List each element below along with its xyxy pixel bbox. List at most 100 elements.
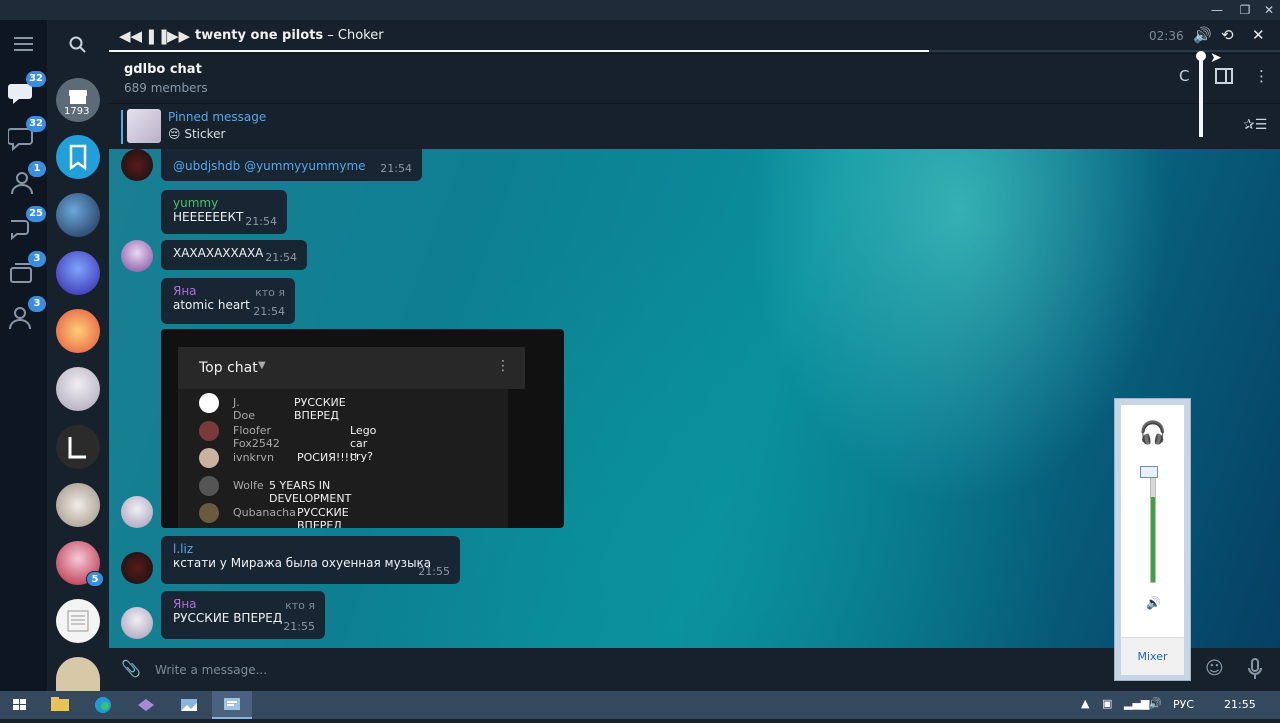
tray-chevron-icon[interactable]: ▲ bbox=[1081, 697, 1089, 710]
chat-avatar[interactable] bbox=[56, 367, 100, 411]
menu-icon[interactable] bbox=[14, 36, 34, 56]
chat-header: gdlbo chat 689 members C ⋮ bbox=[109, 53, 1280, 103]
channels-folder-icon[interactable]: 3 bbox=[8, 251, 46, 290]
message-bubble[interactable]: l.liz кстати у Миража была охуенная музы… bbox=[161, 536, 460, 584]
music-player: ◀◀ ❚❚ ▶▶ twenty one pilots – Choker 02:3… bbox=[109, 20, 1280, 53]
message-bubble[interactable]: Яна кто я РУССКИЕ ВПЕРЕД 21:55 bbox=[161, 591, 325, 639]
chat-avatar[interactable] bbox=[56, 425, 100, 469]
chat-members: 689 members bbox=[124, 81, 208, 95]
network-device-icon[interactable]: ▣ bbox=[1102, 697, 1112, 710]
microphone-icon[interactable] bbox=[1247, 658, 1263, 684]
repeat-icon[interactable]: ⟲ bbox=[1221, 26, 1234, 44]
master-volume-track[interactable] bbox=[1150, 477, 1156, 583]
speaker-mute-icon[interactable]: 🔊 bbox=[1146, 596, 1161, 610]
chat-user-name: Wolfe bbox=[233, 479, 264, 492]
volume-popup-body: 🎧 🔊 Mixer bbox=[1121, 405, 1184, 675]
chat-user-avatar bbox=[199, 503, 219, 523]
rail-badge: 3 bbox=[28, 296, 46, 312]
message-bubble[interactable]: Яна кто я atomic heart 21:54 bbox=[161, 278, 295, 324]
archive-count: 1793 bbox=[64, 106, 90, 117]
track-progress[interactable] bbox=[109, 50, 1280, 52]
close-window-button[interactable]: ✕ bbox=[1258, 0, 1280, 20]
contacts-folder-icon[interactable]: 3 bbox=[8, 296, 46, 335]
chevron-down-icon: ▼ bbox=[258, 360, 266, 371]
close-player-icon[interactable]: ✕ bbox=[1252, 26, 1265, 44]
chat-avatar-saved[interactable] bbox=[56, 135, 100, 179]
minimize-button[interactable]: — bbox=[1206, 0, 1228, 20]
mixer-link[interactable]: Mixer bbox=[1121, 650, 1184, 663]
message-bubble[interactable]: ХАХАХАХХАХА 21:54 bbox=[161, 240, 307, 270]
more-menu-icon[interactable]: ⋮ bbox=[1254, 67, 1269, 85]
chat-avatar-archive[interactable]: 1793 bbox=[56, 78, 100, 122]
chats-folder-icon[interactable]: 32 bbox=[7, 116, 46, 155]
mouse-cursor-icon: ➤ bbox=[1210, 50, 1222, 66]
chat-user-message: РОСИЯ!!!!! bbox=[297, 451, 358, 464]
twitch-app-icon[interactable] bbox=[126, 691, 166, 719]
message-time: 21:54 bbox=[245, 215, 277, 228]
input-language[interactable]: РУС bbox=[1173, 698, 1194, 711]
window-titlebar: — ❐ ✕ bbox=[0, 0, 1280, 20]
search-icon[interactable] bbox=[69, 36, 87, 58]
sender-avatar[interactable] bbox=[121, 240, 153, 272]
call-icon[interactable]: C bbox=[1179, 67, 1189, 85]
pinned-list-icon[interactable]: ✰☰ bbox=[1243, 117, 1267, 133]
chat-avatar[interactable] bbox=[56, 483, 100, 527]
chat-avatar[interactable] bbox=[56, 251, 100, 295]
chat-avatar-gdlbo[interactable] bbox=[56, 193, 100, 237]
groups-folder-icon[interactable]: 25 bbox=[8, 206, 46, 245]
start-button[interactable] bbox=[0, 691, 40, 719]
chat-user-message: РУССКИЕ ВПЕРЕД bbox=[297, 506, 349, 528]
volume-slider-thumb[interactable] bbox=[1196, 51, 1206, 61]
speaker-tray-icon[interactable]: 🔊 bbox=[1148, 697, 1162, 710]
all-chats-folder-icon[interactable]: 32 bbox=[8, 71, 46, 110]
chat-title[interactable]: gdlbo chat bbox=[124, 62, 202, 77]
chat-user-avatar bbox=[199, 393, 219, 413]
pinned-message-bar[interactable]: Pinned message 😔 Sticker ✰☰ bbox=[109, 103, 1280, 149]
message-input[interactable] bbox=[155, 659, 1055, 681]
previous-track-icon[interactable]: ◀◀ bbox=[119, 27, 142, 45]
pinned-label: Pinned message bbox=[168, 110, 267, 124]
restore-button[interactable]: ❐ bbox=[1234, 0, 1256, 20]
sidebar-toggle-icon[interactable] bbox=[1215, 68, 1233, 88]
clock[interactable]: 21:55 bbox=[1224, 698, 1256, 711]
image-attachment[interactable]: Top chat ▼ ⋮ J. Doe РУССКИЕ ВПЕРЕД Floof… bbox=[161, 329, 564, 528]
chat-avatar[interactable] bbox=[56, 657, 100, 691]
message-bubble[interactable]: @ubdjshdb @yummyyummyme 21:54 bbox=[161, 149, 422, 181]
message-bubble[interactable]: yummy НЕЕЕЕЕЕКТ 21:54 bbox=[161, 190, 287, 234]
chat-avatar[interactable] bbox=[56, 599, 100, 643]
wifi-signal-icon[interactable]: ▂▄▆ bbox=[1124, 697, 1149, 710]
master-volume-fill bbox=[1151, 496, 1155, 582]
sender-name[interactable]: yummy bbox=[173, 196, 275, 210]
file-explorer-icon[interactable] bbox=[40, 691, 80, 719]
sender-avatar[interactable] bbox=[121, 149, 153, 181]
photos-app-icon[interactable] bbox=[169, 691, 209, 719]
sender-avatar[interactable] bbox=[121, 552, 153, 584]
mixer-footer: Mixer bbox=[1121, 637, 1184, 675]
attach-icon[interactable]: 📎 bbox=[121, 659, 141, 678]
message-time: 21:54 bbox=[380, 162, 412, 175]
volume-icon[interactable]: 🔊 bbox=[1193, 26, 1212, 44]
top-chat-panel: Top chat ▼ ⋮ J. Doe РУССКИЕ ВПЕРЕД Floof… bbox=[178, 347, 525, 528]
rail-badge: 25 bbox=[26, 206, 46, 222]
windows-volume-popup: 🎧 🔊 Mixer bbox=[1114, 398, 1191, 681]
embed-scrollbar bbox=[508, 389, 525, 528]
chat-user-avatar bbox=[199, 421, 219, 441]
sender-name[interactable]: l.liz bbox=[173, 542, 448, 556]
message-text[interactable]: @ubdjshdb @yummyyummyme bbox=[173, 159, 410, 173]
telegram-taskbar-icon[interactable] bbox=[212, 691, 252, 719]
chat-avatar[interactable] bbox=[56, 309, 100, 353]
chat-user-name: Floofer Fox2542 bbox=[233, 424, 280, 450]
message-time: 21:54 bbox=[253, 305, 285, 318]
sender-avatar[interactable] bbox=[121, 496, 153, 528]
chat-user-avatar bbox=[199, 448, 219, 468]
emoji-icon[interactable]: ☺ bbox=[1205, 658, 1224, 679]
master-volume-thumb[interactable] bbox=[1140, 466, 1158, 478]
next-track-icon[interactable]: ▶▶ bbox=[167, 27, 190, 45]
volume-slider[interactable] bbox=[1199, 55, 1203, 137]
personal-folder-icon[interactable]: 1 bbox=[8, 161, 46, 200]
edge-browser-icon[interactable] bbox=[83, 691, 123, 719]
chat-avatar[interactable]: 5 bbox=[56, 541, 104, 587]
sender-avatar[interactable] bbox=[121, 607, 153, 639]
chat-user-message: 5 YEARS IN DEVELOPMENT bbox=[269, 479, 352, 505]
chat-user-name: ivnkrvn bbox=[233, 451, 274, 464]
